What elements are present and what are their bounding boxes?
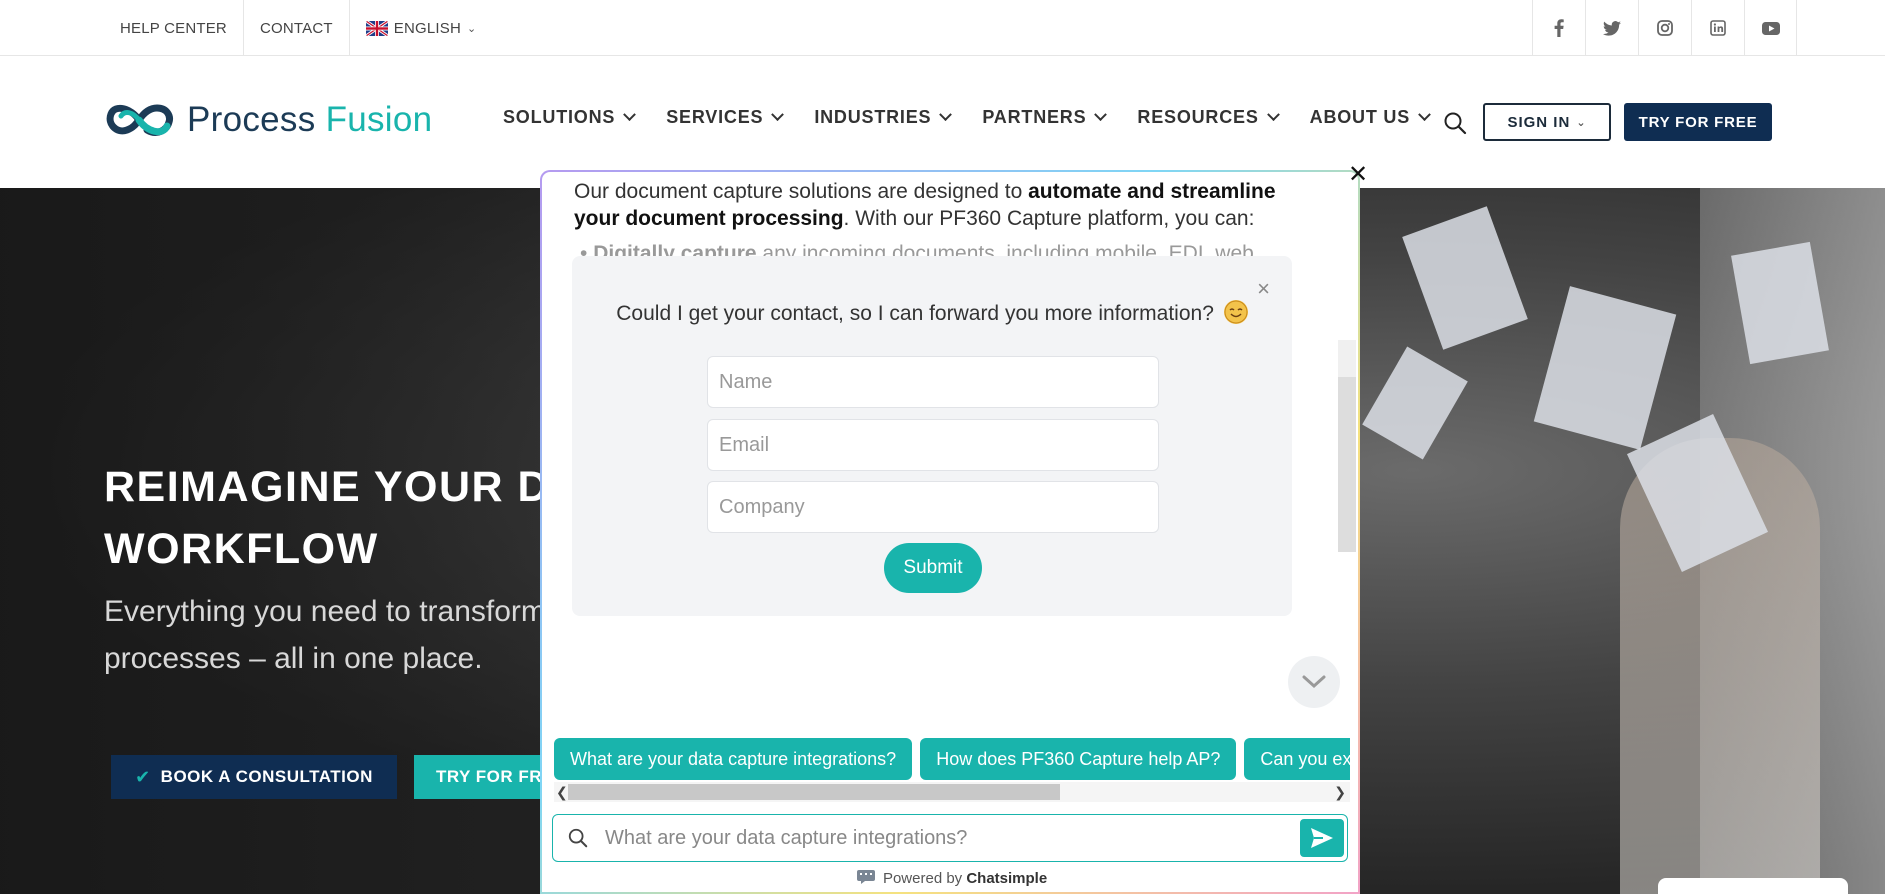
facebook-icon[interactable] <box>1532 0 1585 56</box>
nav-about-us[interactable]: ABOUT US <box>1309 107 1431 128</box>
suggestion-chip[interactable]: How does PF360 Capture help AP? <box>920 738 1237 780</box>
suggestion-chip[interactable]: Can you ex <box>1244 738 1350 780</box>
hero-paper <box>1533 286 1677 450</box>
main-nav: SOLUTIONS SERVICES INDUSTRIES PARTNERS R… <box>503 107 1461 128</box>
process-fusion-logo[interactable]: Process Fusion <box>103 98 432 142</box>
check-icon: ✔ <box>135 766 151 787</box>
suggestion-chips: What are your data capture integrations?… <box>554 738 1350 782</box>
language-selector[interactable]: ENGLISH ⌄ <box>350 0 493 56</box>
top-bar: HELP CENTER CONTACT ENGLISH ⌄ <box>0 0 1885 56</box>
search-icon <box>567 827 589 854</box>
chat-message: Our document capture solutions are desig… <box>574 178 1314 232</box>
nav-label: INDUSTRIES <box>814 107 932 127</box>
hero-subtitle-line: processes – all in one place. <box>104 642 483 675</box>
nav-industries[interactable]: INDUSTRIES <box>814 107 953 128</box>
form-question-text: Could I get your contact, so I can forwa… <box>616 302 1214 325</box>
chat-input[interactable] <box>605 821 1255 855</box>
corner-card <box>1658 878 1848 894</box>
chevron-down-icon <box>1302 675 1326 689</box>
instagram-icon[interactable] <box>1638 0 1691 56</box>
nav-label: RESOURCES <box>1137 107 1259 127</box>
contact-form-card: × Could I get your contact, so I can for… <box>572 256 1292 616</box>
nav-services[interactable]: SERVICES <box>666 107 785 128</box>
scroll-left-icon[interactable]: ❮ <box>556 782 568 802</box>
nav-label: SERVICES <box>666 107 764 127</box>
name-field[interactable]: Name <box>707 356 1159 408</box>
logo-process: Process <box>187 100 316 139</box>
uk-flag-icon <box>365 20 388 36</box>
chat-message-text: Our document capture solutions are desig… <box>574 180 1029 203</box>
powered-by: Powered by Chatsimple <box>542 870 1362 887</box>
chips-scrollbar-thumb[interactable] <box>568 784 1060 800</box>
chips-scrollbar[interactable]: ❮ ❯ <box>554 782 1350 802</box>
email-field[interactable]: Email <box>707 419 1159 471</box>
social-links <box>1532 0 1797 56</box>
hero-title: REIMAGINE YOUR DO WORKFLOW <box>104 456 585 580</box>
chat-widget: Our document capture solutions are desig… <box>540 170 1360 894</box>
chevron-down-icon <box>623 108 637 122</box>
company-field[interactable]: Company <box>707 481 1159 533</box>
book-consultation-label: BOOK A CONSULTATION <box>160 767 373 786</box>
chat-scrollbar-track <box>1338 340 1356 377</box>
book-consultation-button[interactable]: ✔ BOOK A CONSULTATION <box>111 755 397 799</box>
nav-resources[interactable]: RESOURCES <box>1137 107 1280 128</box>
chevron-down-icon <box>1418 108 1431 122</box>
hero-paper <box>1362 346 1468 460</box>
chevron-down-icon <box>939 108 953 122</box>
logo-wordmark: Process Fusion <box>187 100 432 140</box>
nav-partners[interactable]: PARTNERS <box>982 107 1108 128</box>
twitter-icon[interactable] <box>1585 0 1638 56</box>
send-icon <box>1311 828 1333 848</box>
form-question: Could I get your contact, so I can forwa… <box>572 300 1292 326</box>
submit-button[interactable]: Submit <box>884 543 982 593</box>
sign-in-button[interactable]: SIGN IN ⌄ <box>1483 103 1611 141</box>
chat-scrollbar[interactable] <box>1338 377 1356 552</box>
nav-label: ABOUT US <box>1309 107 1411 127</box>
search-icon[interactable] <box>1443 111 1467 140</box>
nav-label: SOLUTIONS <box>503 107 616 127</box>
scroll-down-button[interactable] <box>1288 656 1340 708</box>
hero-subtitle-line: Everything you need to transform <box>104 595 546 628</box>
chevron-down-icon <box>1266 108 1280 122</box>
youtube-icon[interactable] <box>1744 0 1797 56</box>
hero-subtitle: Everything you need to transform process… <box>104 588 546 682</box>
chat-bullet-bold: Digitally capture <box>593 242 757 256</box>
contact-link[interactable]: CONTACT <box>244 0 350 56</box>
linkedin-icon[interactable] <box>1691 0 1744 56</box>
sign-in-label: SIGN IN <box>1507 113 1571 131</box>
hero-title-line: REIMAGINE YOUR DO <box>104 463 586 511</box>
chevron-down-icon: ⌄ <box>467 22 477 35</box>
language-label: ENGLISH <box>393 19 462 37</box>
close-icon[interactable]: × <box>1257 276 1270 302</box>
nav-label: PARTNERS <box>982 107 1087 127</box>
chatsimple-link[interactable]: Chatsimple <box>966 870 1047 887</box>
chat-bullet: • Digitally capture any incoming documen… <box>580 242 1280 256</box>
smiling-face-emoji-icon <box>1223 300 1248 324</box>
chevron-down-icon: ⌄ <box>1576 116 1587 129</box>
top-links: HELP CENTER CONTACT ENGLISH ⌄ <box>104 0 492 56</box>
powered-by-text: Powered by <box>882 870 967 887</box>
try-for-free-button[interactable]: TRY FOR FREE <box>1624 103 1772 141</box>
logo-fusion: Fusion <box>325 100 433 139</box>
hero-try-free-button[interactable]: TRY FOR FRE <box>414 755 544 799</box>
hero-paper <box>1402 206 1528 350</box>
chat-bullet-text: any incoming documents, including mobile… <box>756 242 1254 256</box>
help-center-link[interactable]: HELP CENTER <box>104 0 244 56</box>
chevron-down-icon <box>1094 108 1108 122</box>
send-button[interactable] <box>1300 819 1344 857</box>
chat-input-row <box>552 814 1348 862</box>
main-header: Process Fusion SOLUTIONS SERVICES INDUST… <box>0 57 1885 188</box>
chat-message-text-end: . With our PF360 Capture platform, you c… <box>843 207 1255 230</box>
close-chat-icon[interactable]: ✕ <box>1348 160 1368 189</box>
scroll-right-icon[interactable]: ❯ <box>1334 782 1346 802</box>
infinity-logo-icon <box>106 104 173 136</box>
nav-solutions[interactable]: SOLUTIONS <box>503 107 637 128</box>
suggestion-chip[interactable]: What are your data capture integrations? <box>554 738 913 780</box>
hero-title-line: WORKFLOW <box>104 525 379 573</box>
chat-bubble-icon <box>856 870 875 884</box>
chevron-down-icon <box>771 108 785 122</box>
